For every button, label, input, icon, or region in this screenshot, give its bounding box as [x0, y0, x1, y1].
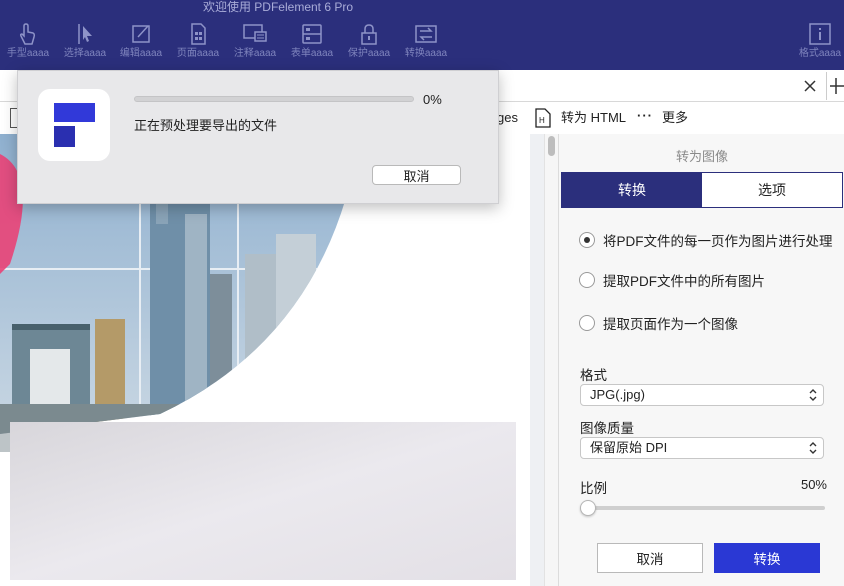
updown-chevron-icon: [809, 389, 817, 401]
panel-title: 转为图像: [675, 149, 728, 164]
format-tool-label: 格式aaaa: [798, 48, 842, 59]
close-icon[interactable]: [801, 77, 819, 95]
format-select[interactable]: JPG(.jpg): [580, 384, 824, 406]
edit-icon: [132, 25, 150, 43]
option-each-page[interactable]: 将PDF文件的每一页作为图片进行处理: [579, 230, 833, 250]
scale-value: 50%: [800, 477, 827, 492]
convert-button[interactable]: 转换: [714, 543, 820, 573]
new-tab-button[interactable]: [826, 72, 844, 100]
panel-cancel-button[interactable]: 取消: [597, 543, 703, 573]
radio-each-page[interactable]: [579, 232, 595, 248]
page-tool-label: 页面aaaa: [176, 48, 220, 59]
edit-tool-button[interactable]: 编辑aaaa: [113, 22, 169, 66]
pdfelement-logo: [38, 89, 110, 161]
comment-tool-button[interactable]: 注释aaaa: [227, 22, 283, 66]
convert-tool-label: 转换aaaa: [404, 48, 448, 59]
form-tool-button[interactable]: 表单aaaa: [284, 22, 340, 66]
document-scrollbar[interactable]: [544, 134, 558, 586]
option-page-as-image-label: 提取页面作为一个图像: [603, 317, 738, 332]
protect-tool-label: 保护aaaa: [347, 48, 391, 59]
export-progress-dialog: 0% 正在预处理要导出的文件 取消: [17, 70, 499, 204]
option-extract-images-label: 提取PDF文件中的所有图片: [603, 274, 765, 289]
dialog-cancel-button[interactable]: 取消: [372, 165, 461, 185]
tab-options[interactable]: 选项: [702, 173, 842, 207]
plus-icon: [830, 78, 844, 94]
comment-icon: [243, 24, 267, 42]
protect-tool-button[interactable]: 保护aaaa: [341, 22, 397, 66]
to-images-button[interactable]: ges: [497, 110, 518, 126]
select-tool-label: 选择aaaa: [63, 48, 107, 59]
format-label: 格式: [580, 368, 607, 383]
format-select-value: JPG(.jpg): [590, 387, 645, 402]
option-extract-images[interactable]: 提取PDF文件中的所有图片: [579, 270, 765, 290]
more-button[interactable]: 更多: [662, 110, 688, 126]
convert-icon: [415, 25, 437, 43]
hand-tool-button[interactable]: 手型aaaa: [0, 22, 56, 66]
page-icon: [191, 23, 206, 45]
form-icon: [302, 24, 322, 44]
panel-tabs: 转换 选项: [561, 172, 843, 208]
quality-select-value: 保留原始 DPI: [590, 440, 668, 455]
more-dots-icon: ···: [637, 108, 653, 123]
convert-image-panel: 转为图像 转换 选项 将PDF文件的每一页作为图片进行处理 提取PDF文件中的所…: [558, 134, 844, 586]
svg-text:H: H: [539, 116, 545, 125]
quality-select[interactable]: 保留原始 DPI: [580, 437, 824, 459]
scrollbar-thumb[interactable]: [548, 136, 555, 156]
html-file-icon: H: [535, 108, 551, 132]
tab-convert[interactable]: 转换: [562, 173, 702, 207]
convert-tool-button[interactable]: 转换aaaa: [398, 22, 454, 66]
hand-tool-label: 手型aaaa: [6, 48, 50, 59]
select-tool-button[interactable]: 选择aaaa: [57, 22, 113, 66]
cursor-icon: [78, 24, 92, 44]
progress-percent: 0%: [423, 92, 442, 107]
radio-extract-images[interactable]: [579, 272, 595, 288]
radio-page-as-image[interactable]: [579, 315, 595, 331]
info-icon: [809, 23, 831, 45]
scale-label: 比例: [580, 481, 607, 496]
comment-tool-label: 注释aaaa: [233, 48, 277, 59]
scale-slider-knob[interactable]: [580, 500, 596, 516]
edit-tool-label: 编辑aaaa: [119, 48, 163, 59]
quality-label: 图像质量: [580, 421, 634, 436]
scale-slider-track[interactable]: [585, 506, 825, 510]
option-each-page-label: 将PDF文件的每一页作为图片进行处理: [603, 234, 833, 249]
app-title: 欢迎使用 PDFelement 6 Pro: [202, 0, 354, 14]
format-tool-button[interactable]: 格式aaaa: [796, 22, 844, 66]
updown-chevron-icon: [809, 442, 817, 454]
to-html-button[interactable]: 转为 HTML: [561, 110, 626, 126]
hand-icon: [19, 23, 36, 45]
option-page-as-image[interactable]: 提取页面作为一个图像: [579, 313, 738, 333]
lock-icon: [361, 24, 377, 45]
main-toolbar: 欢迎使用 PDFelement 6 Pro 手型aaaa 选择aaaa 编辑aa…: [0, 0, 844, 70]
progress-message: 正在预处理要导出的文件: [134, 118, 278, 133]
progress-bar: [134, 96, 414, 102]
page-tool-button[interactable]: 页面aaaa: [170, 22, 226, 66]
form-tool-label: 表单aaaa: [290, 48, 334, 59]
